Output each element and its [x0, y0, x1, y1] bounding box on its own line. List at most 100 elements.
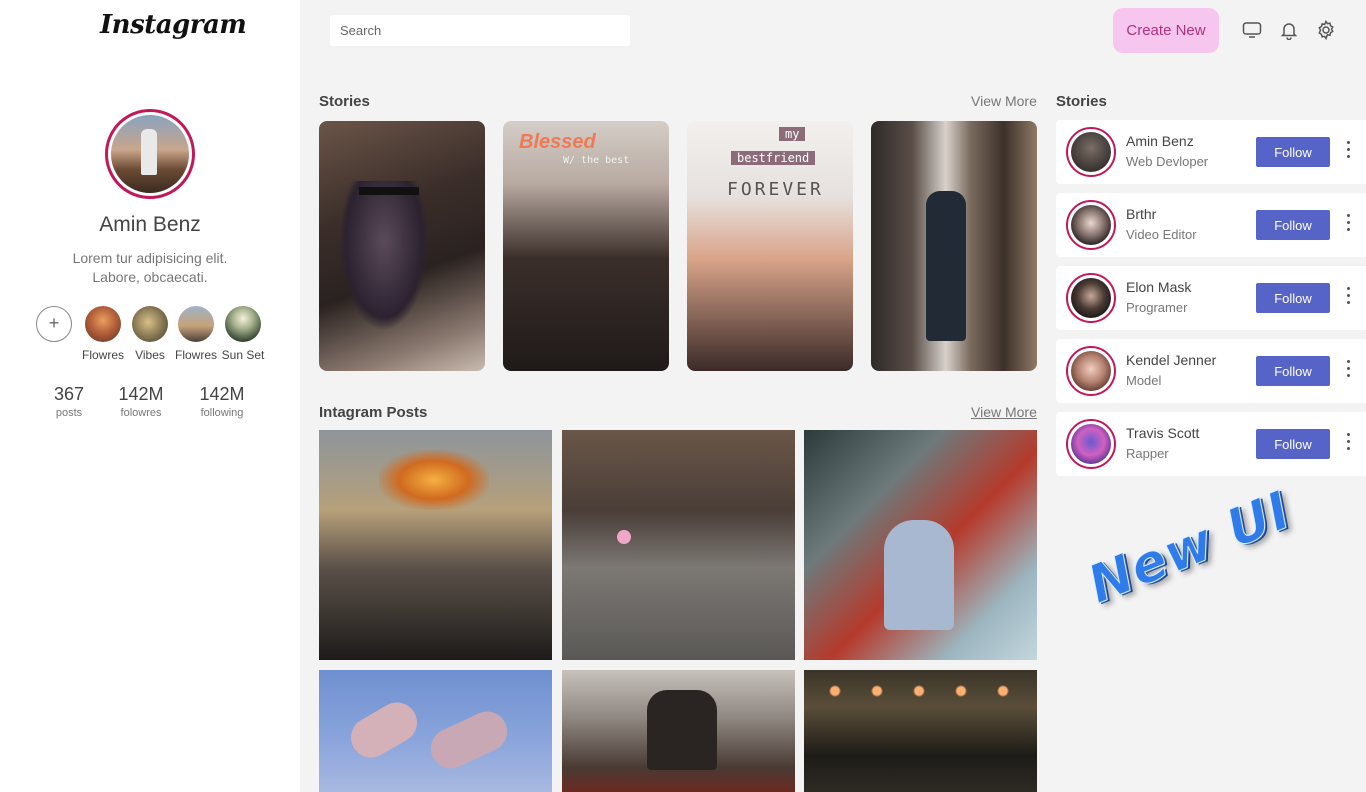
add-highlight-button[interactable]: +	[36, 306, 72, 342]
suggestion-role: Programer	[1126, 300, 1188, 315]
story-card[interactable]: my bestfriend FOREVER	[687, 121, 853, 371]
avatar-image	[1071, 205, 1111, 245]
suggestion-name[interactable]: Travis Scott	[1126, 425, 1199, 441]
bell-icon[interactable]	[1279, 20, 1299, 41]
highlight-item[interactable]: Flowres	[170, 306, 222, 362]
suggestion-card: Amin Benz Web Devloper Follow	[1056, 120, 1366, 184]
post-image[interactable]	[319, 670, 552, 792]
instagram-logo[interactable]: Instagram	[100, 10, 247, 40]
profile-bio: Lorem tur adipisicing elit. Labore, obca…	[50, 249, 250, 287]
following-count: 142M	[199, 384, 245, 404]
highlight-item[interactable]: Flowres	[77, 306, 129, 362]
suggestion-avatar[interactable]	[1066, 419, 1116, 469]
post-figure	[647, 690, 717, 770]
suggestion-avatar[interactable]	[1066, 200, 1116, 250]
story-caption-forever: FOREVER	[727, 179, 824, 200]
suggestion-role: Model	[1126, 373, 1162, 388]
avatar-image	[1071, 132, 1111, 172]
follow-button[interactable]: Follow	[1256, 210, 1330, 240]
followers-stat[interactable]: 142M folowres	[112, 384, 170, 419]
suggestion-card: Brthr Video Editor Follow	[1056, 193, 1366, 257]
search-input[interactable]	[330, 15, 630, 46]
more-options-icon[interactable]	[1340, 429, 1356, 459]
story-card[interactable]: Blessed W/ the best	[503, 121, 669, 371]
suggestion-card: Elon Mask Programer Follow	[1056, 266, 1366, 330]
highlight-thumbnail	[225, 306, 261, 342]
gear-icon[interactable]	[1316, 19, 1336, 41]
story-figure	[926, 191, 966, 341]
suggestion-card: Kendel Jenner Model Follow	[1056, 339, 1366, 403]
censor-bar	[359, 187, 419, 195]
post-sneaker	[343, 695, 425, 765]
posts-count: 367	[53, 384, 85, 404]
post-image[interactable]	[804, 670, 1037, 792]
suggestion-role: Video Editor	[1126, 227, 1197, 242]
avatar-image	[1071, 351, 1111, 391]
follow-button[interactable]: Follow	[1256, 429, 1330, 459]
highlight-thumbnail	[178, 306, 214, 342]
profile-bio-line-1: Lorem tur adipisicing elit.	[72, 250, 228, 266]
post-image[interactable]	[319, 430, 552, 660]
highlight-item[interactable]: Sun Set	[217, 306, 269, 362]
story-card[interactable]	[871, 121, 1037, 371]
highlight-thumbnail	[132, 306, 168, 342]
post-image[interactable]	[804, 430, 1037, 660]
story-caption-my: my	[779, 127, 806, 141]
suggestion-role: Rapper	[1126, 446, 1169, 461]
more-options-icon[interactable]	[1340, 283, 1356, 313]
following-stat[interactable]: 142M following	[192, 384, 252, 419]
post-image[interactable]	[562, 430, 795, 660]
suggestion-avatar[interactable]	[1066, 127, 1116, 177]
story-caption-bestfriend: bestfriend	[731, 151, 816, 165]
posts-stat[interactable]: 367 posts	[48, 384, 90, 419]
highlight-label: Flowres	[174, 348, 217, 362]
suggestion-avatar[interactable]	[1066, 346, 1116, 396]
suggestion-name[interactable]: Amin Benz	[1126, 133, 1194, 149]
follow-button[interactable]: Follow	[1256, 283, 1330, 313]
following-caption: following	[200, 407, 244, 419]
highlight-label: Sun Set	[221, 348, 265, 362]
avatar-image	[1071, 424, 1111, 464]
story-caption-blessed: Blessed	[519, 131, 596, 153]
profile-avatar-image	[111, 115, 189, 193]
followers-caption: folowres	[120, 407, 162, 419]
more-options-icon[interactable]	[1340, 210, 1356, 240]
avatar-image	[1071, 278, 1111, 318]
story-caption-with-best: W/ the best	[563, 155, 630, 166]
more-options-icon[interactable]	[1340, 356, 1356, 386]
suggestion-name[interactable]: Elon Mask	[1126, 279, 1191, 295]
story-figure	[339, 181, 429, 331]
post-figure	[884, 520, 954, 630]
suggestion-avatar[interactable]	[1066, 273, 1116, 323]
more-options-icon[interactable]	[1340, 137, 1356, 167]
highlight-item[interactable]: Vibes	[124, 306, 176, 362]
highlight-label: Vibes	[135, 348, 165, 362]
post-fire	[379, 450, 489, 510]
story-card[interactable]	[319, 121, 485, 371]
suggestion-role: Web Devloper	[1126, 154, 1209, 169]
post-bubble	[617, 530, 631, 544]
post-image[interactable]	[562, 670, 795, 792]
follow-button[interactable]: Follow	[1256, 356, 1330, 386]
suggestion-name[interactable]: Kendel Jenner	[1126, 352, 1216, 368]
followers-count: 142M	[118, 384, 164, 404]
posts-caption: posts	[55, 407, 83, 419]
monitor-icon[interactable]	[1242, 20, 1262, 40]
profile-avatar[interactable]	[105, 109, 195, 199]
posts-title: Intagram Posts	[319, 404, 428, 421]
highlight-thumbnail	[85, 306, 121, 342]
profile-sidebar: Instagram Amin Benz Lorem tur adipisicin…	[0, 0, 300, 792]
follow-button[interactable]: Follow	[1256, 137, 1330, 167]
post-lights	[814, 676, 1024, 706]
stories-title: Stories	[319, 93, 370, 110]
suggestion-name[interactable]: Brthr	[1126, 206, 1156, 222]
create-new-button[interactable]: Create New	[1113, 8, 1219, 53]
suggestion-card: Travis Scott Rapper Follow	[1056, 412, 1366, 476]
profile-name: Amin Benz	[99, 213, 201, 236]
suggestions-title: Stories	[1056, 93, 1107, 110]
post-sneaker	[424, 704, 514, 776]
story-highlights: + Flowres Vibes Flowres Sun Set	[36, 306, 276, 366]
profile-bio-line-2: Labore, obcaecati.	[92, 269, 208, 285]
posts-view-more-link[interactable]: View More	[971, 404, 1037, 420]
stories-view-more-link[interactable]: View More	[971, 93, 1037, 109]
